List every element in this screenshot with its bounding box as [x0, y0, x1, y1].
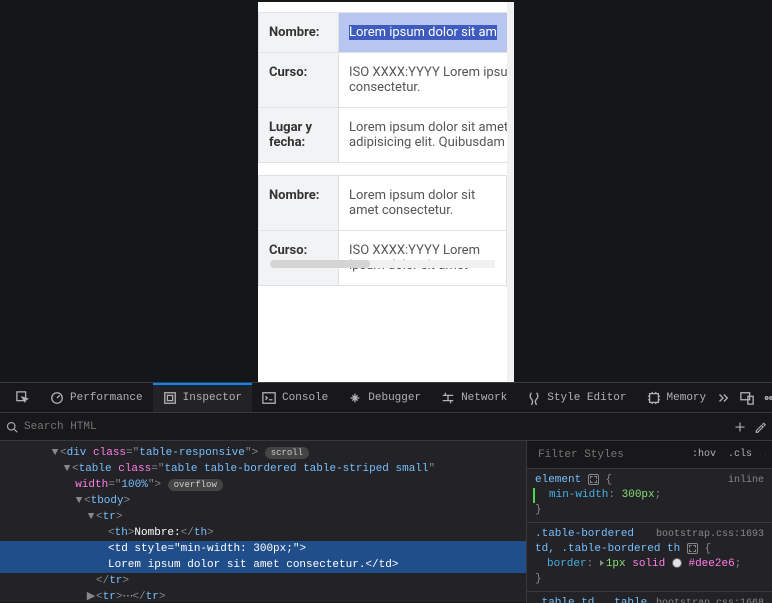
cls-toggle[interactable]: .cls [724, 447, 756, 462]
row-value-highlighted[interactable]: Lorem ipsum dolor sit am [339, 13, 508, 53]
table-row: Lugar y fecha: Lorem ipsum dolor sit ame… [259, 108, 508, 163]
add-rule-icon[interactable] [760, 449, 761, 461]
horizontal-scrollbar[interactable] [270, 260, 495, 268]
add-node-icon[interactable] [734, 421, 746, 433]
row-label: Lugar y fecha: [259, 108, 339, 163]
table-row: Nombre: Lorem ipsum dolor sit am [259, 13, 508, 53]
scrollbar-thumb[interactable] [270, 260, 370, 268]
markup-search-bar [0, 413, 772, 441]
overflow-badge[interactable]: overflow [168, 479, 223, 491]
table-row: Curso: ISO XXXX:YYYY Lorem ipsum dolor s… [259, 53, 508, 108]
styles-panel: :hov .cls inline element { min-width: 30… [526, 441, 772, 603]
tab-console[interactable]: Console [252, 383, 338, 412]
row-label: Curso: [259, 231, 339, 286]
tab-debugger[interactable]: Debugger [338, 383, 431, 412]
color-swatch[interactable] [672, 558, 682, 568]
devtools-tabbar: Performance Inspector Console Debugger N… [0, 383, 772, 413]
tab-network[interactable]: Network [431, 383, 517, 412]
css-rule-inline[interactable]: inline element { min-width: 300px; } [527, 469, 772, 523]
flex-icon[interactable] [588, 474, 599, 485]
row-label: Nombre: [259, 13, 339, 53]
element-picker-button[interactable] [6, 383, 40, 412]
flex-icon[interactable] [687, 543, 698, 554]
tabs-overflow-icon[interactable] [716, 391, 730, 405]
row-value: ISO XXXX:YYYY Lorem ipsum dolor sit amet [339, 231, 507, 286]
info-table-2: Nombre: Lorem ipsum dolor sit amet conse… [258, 175, 507, 286]
css-rule-table[interactable]: bootstrap.css:1668 .table td, .table th … [527, 592, 772, 603]
mobile-preview-frame: Nombre: Lorem ipsum dolor sit am Curso: … [258, 2, 514, 382]
expand-icon[interactable] [600, 560, 604, 566]
filter-icon [533, 449, 534, 461]
table-row: Curso: ISO XXXX:YYYY Lorem ipsum dolor s… [259, 231, 507, 286]
search-icon [6, 421, 18, 433]
responsive-mode-icon[interactable] [740, 391, 754, 405]
scroll-badge[interactable]: scroll [265, 447, 309, 459]
devtools-body: ▼<div class="table-responsive"> scroll ▼… [0, 441, 772, 603]
eyedropper-icon[interactable] [754, 421, 766, 433]
tab-style-editor[interactable]: Style Editor [517, 383, 636, 412]
mobile-preview-scroll[interactable]: Nombre: Lorem ipsum dolor sit am Curso: … [258, 2, 507, 382]
row-value: Lorem ipsum dolor sit amet consectetur. [339, 176, 507, 231]
kebab-menu-icon[interactable] [764, 391, 772, 405]
row-label: Curso: [259, 53, 339, 108]
row-value: ISO XXXX:YYYY Lorem ipsum dolor sit amet… [339, 53, 508, 108]
hov-toggle[interactable]: :hov [688, 447, 720, 462]
css-rule-bordered[interactable]: bootstrap.css:1693 .table-bordered td, .… [527, 523, 772, 592]
row-label: Nombre: [259, 176, 339, 231]
devtools-panel: Performance Inspector Console Debugger N… [0, 382, 772, 602]
row-value: Lorem ipsum dolor sit amet consectetur a… [339, 108, 508, 163]
filter-styles-input[interactable] [538, 449, 684, 461]
tab-inspector[interactable]: Inspector [153, 383, 252, 412]
tab-performance[interactable]: Performance [40, 383, 153, 412]
selected-node[interactable]: <td style="min-width: 300px;"> [0, 541, 526, 557]
page-viewport: Nombre: Lorem ipsum dolor sit am Curso: … [0, 0, 772, 382]
search-html-input[interactable] [24, 421, 728, 433]
tab-memory[interactable]: Memory [637, 383, 717, 412]
table-row: Nombre: Lorem ipsum dolor sit amet conse… [259, 176, 507, 231]
markup-view[interactable]: ▼<div class="table-responsive"> scroll ▼… [0, 441, 526, 603]
light-icon[interactable] [765, 449, 766, 461]
info-table-1: Nombre: Lorem ipsum dolor sit am Curso: … [258, 12, 507, 163]
